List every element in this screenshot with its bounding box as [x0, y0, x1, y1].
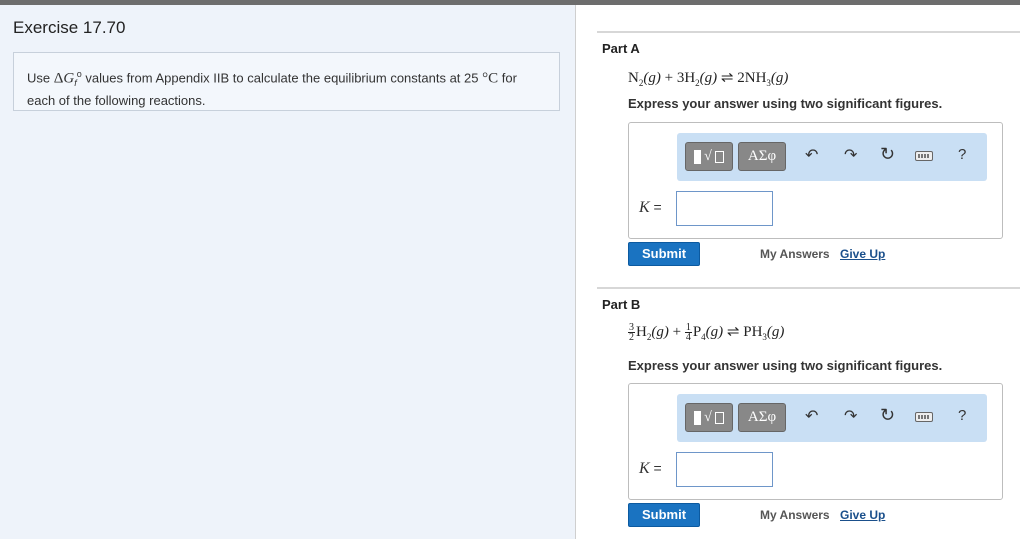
k-var: K: [639, 460, 650, 477]
reset-icon[interactable]: ↻: [880, 145, 895, 163]
eq-b-plus: +: [668, 324, 685, 340]
templates-icon[interactable]: √: [685, 403, 733, 432]
problem-panel: Exercise 17.70 Use ΔGfo values from Appe…: [0, 5, 576, 539]
frac-2-den: 4: [685, 332, 691, 344]
part-a-divider: [597, 31, 1020, 33]
redo-icon[interactable]: ↷: [844, 147, 857, 165]
eq-a-arrow: ⇌: [717, 70, 738, 86]
g-subscript: f: [74, 77, 77, 88]
eq-b-h: H: [636, 324, 647, 340]
part-b-k-label: K =: [639, 460, 662, 478]
redo-icon[interactable]: ↷: [844, 408, 857, 426]
eq-a-h: 3H: [676, 70, 696, 86]
help-icon[interactable]: ?: [958, 146, 966, 164]
eq-b-arrow: ⇌: [723, 324, 744, 340]
k-equals: =: [649, 460, 662, 476]
eq-b-ph-phase: (g): [766, 324, 785, 340]
part-a-my-answers-link[interactable]: My Answers: [760, 247, 830, 261]
part-b-instruction: Express your answer using two significan…: [628, 358, 943, 373]
problem-statement: Use ΔGfo values from Appendix IIB to cal…: [13, 52, 560, 111]
eq-a-nh: 2NH: [737, 70, 767, 86]
delta-symbol: Δ: [53, 70, 64, 87]
part-b-answer-box: √ ΑΣφ ↶ ↷ ↻ ? K =: [628, 383, 1003, 500]
part-a-k-input[interactable]: [676, 191, 773, 226]
frac-1-den: 2: [629, 332, 634, 344]
greek-symbols-button[interactable]: ΑΣφ: [738, 403, 786, 432]
eq-b-p-phase: (g): [705, 324, 724, 340]
k-equals: =: [649, 199, 662, 215]
part-a-instruction: Express your answer using two significan…: [628, 96, 943, 111]
k-var: K: [639, 199, 650, 216]
eq-b-frac-1: 32: [628, 323, 635, 344]
problem-prefix: Use: [27, 70, 54, 86]
degree-c: °C: [482, 70, 499, 87]
part-a-math-toolbar: √ ΑΣφ ↶ ↷ ↻ ?: [677, 133, 987, 181]
eq-a-n-phase: (g): [643, 70, 661, 86]
part-b-my-answers-link[interactable]: My Answers: [760, 508, 830, 522]
undo-icon[interactable]: ↶: [805, 147, 818, 165]
undo-icon[interactable]: ↶: [805, 408, 818, 426]
part-b-divider: [597, 287, 1020, 289]
answer-panel: Part A N2(g) + 3H2(g) ⇌ 2NH3(g) Express …: [576, 5, 1020, 539]
part-b-math-toolbar: √ ΑΣφ ↶ ↷ ↻ ?: [677, 394, 987, 442]
eq-a-nh-phase: (g): [770, 70, 789, 86]
part-a-title: Part A: [602, 41, 640, 56]
eq-a-n: N: [628, 70, 639, 86]
help-icon[interactable]: ?: [958, 407, 966, 425]
part-b-k-input[interactable]: [676, 452, 773, 487]
eq-b-frac-2: 14: [684, 323, 692, 344]
part-b-give-up-link[interactable]: Give Up: [840, 508, 885, 522]
keyboard-icon[interactable]: [915, 412, 933, 422]
eq-b-p: P: [692, 324, 702, 340]
part-a-k-label: K =: [639, 199, 662, 217]
eq-a-plus: +: [660, 70, 677, 86]
part-a-submit-button[interactable]: Submit: [628, 242, 700, 266]
templates-icon[interactable]: √: [685, 142, 733, 171]
g-symbol: G: [63, 70, 75, 87]
part-a-answer-box: √ ΑΣφ ↶ ↷ ↻ ? K =: [628, 122, 1003, 239]
eq-a-h-phase: (g): [699, 70, 718, 86]
greek-symbols-button[interactable]: ΑΣφ: [738, 142, 786, 171]
exercise-title: Exercise 17.70: [13, 18, 126, 37]
eq-b-ph: PH: [743, 324, 763, 340]
part-b-submit-button[interactable]: Submit: [628, 503, 700, 527]
part-a-give-up-link[interactable]: Give Up: [840, 247, 885, 261]
eq-b-h-phase: (g): [651, 324, 669, 340]
part-b-title: Part B: [602, 297, 641, 312]
part-a-equation: N2(g) + 3H2(g) ⇌ 2NH3(g): [628, 68, 788, 88]
part-b-equation: 3 2 H2(g) + 1 4 P4(g) ⇌ PH3(g): [628, 322, 785, 344]
reset-icon[interactable]: ↻: [880, 406, 895, 424]
keyboard-icon[interactable]: [915, 151, 933, 161]
problem-middle: values from Appendix IIB to calculate th…: [81, 70, 483, 86]
